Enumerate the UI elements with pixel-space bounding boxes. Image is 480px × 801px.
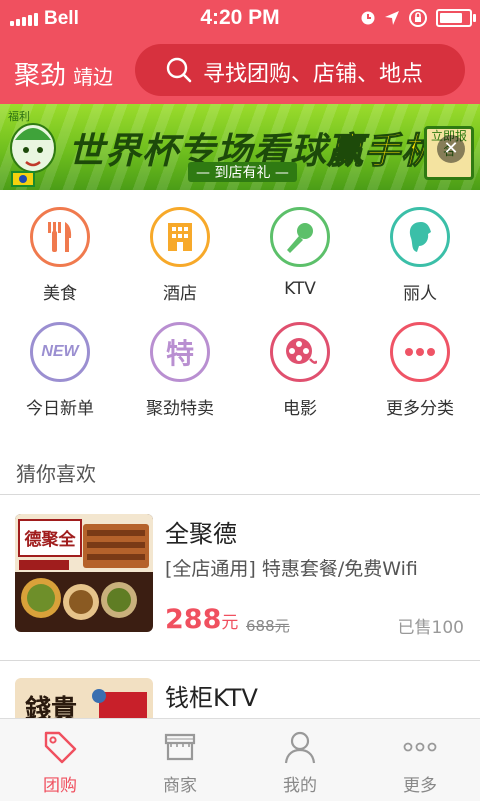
tab-group-buy[interactable]: 团购 [0, 719, 120, 801]
category-food[interactable]: 美食 [0, 190, 120, 304]
search-placeholder: 寻找团购、店铺、地点 [203, 62, 424, 87]
promo-banner[interactable]: 福利 世界杯专场看球赢手机 — 到店有礼 — 立即报名 ✕ [0, 104, 480, 190]
deal-original-price: 688元 [246, 617, 290, 635]
category-hotel[interactable]: 酒店 [120, 190, 240, 304]
more-dots-icon [390, 322, 450, 382]
category-ktv[interactable]: KTV [240, 190, 360, 300]
tab-me[interactable]: 我的 [240, 719, 360, 801]
svg-text:錢貴: 錢貴 [25, 694, 77, 718]
category-label: 丽人 [403, 284, 437, 304]
category-new[interactable]: NEW 今日新单 [0, 305, 120, 419]
fork-knife-icon [30, 207, 90, 267]
tab-label: 商家 [163, 776, 197, 796]
category-label: 聚劲特卖 [146, 399, 214, 419]
brand-title: 聚劲 [14, 61, 67, 91]
category-label: KTV [284, 279, 316, 299]
deal-thumbnail: 德聚全 [15, 514, 153, 632]
category-movie[interactable]: 电影 [240, 305, 360, 419]
category-grid: 美食 酒店 KTV 丽人 NEW 今日新单 特 聚劲特卖 电影 更多分类 [0, 190, 480, 440]
beauty-face-icon [390, 207, 450, 267]
tab-merchants[interactable]: 商家 [120, 719, 240, 801]
rotation-lock-icon [409, 9, 427, 27]
category-label: 今日新单 [26, 399, 94, 419]
banner-subline: — 到店有礼 — [188, 162, 297, 182]
new-badge-icon: NEW [30, 322, 90, 382]
category-beauty[interactable]: 丽人 [360, 190, 480, 304]
tag-icon [0, 725, 120, 769]
deal-name: 全聚德 [165, 520, 237, 548]
tab-more[interactable]: 更多 [360, 719, 480, 801]
deal-name: 钱柜KTV [165, 684, 258, 712]
status-icons [360, 8, 476, 28]
status-bar: Bell 4:20 PM [0, 0, 480, 40]
deal-sold-count: 已售100 [397, 618, 464, 638]
deal-item[interactable]: 錢貴 钱柜KTV [0, 660, 480, 718]
user-icon [240, 725, 360, 769]
app-header: 聚劲 靖边 寻找团购、店铺、地点 [0, 40, 480, 104]
deal-thumbnail: 錢貴 [15, 678, 153, 718]
section-title: 猜你喜欢 [16, 462, 96, 486]
alarm-icon [361, 11, 375, 25]
close-icon[interactable]: ✕ [437, 135, 465, 163]
battery-icon [436, 9, 476, 27]
city-selector[interactable]: 靖边 [73, 61, 113, 90]
deal-price: 288元 [165, 604, 239, 635]
banner-tag: 福利 [8, 110, 30, 123]
store-icon [120, 725, 240, 769]
deal-description: [全店通用] 特惠套餐/免费Wifi [165, 558, 418, 580]
search-box[interactable]: 寻找团购、店铺、地点 [135, 44, 465, 96]
category-label: 更多分类 [386, 399, 454, 419]
category-label: 美食 [43, 284, 77, 304]
film-reel-icon [270, 322, 330, 382]
location-icon [385, 11, 399, 25]
tab-label: 我的 [283, 776, 317, 796]
tab-label: 团购 [43, 776, 77, 796]
tab-label: 更多 [403, 776, 437, 796]
category-label: 电影 [283, 399, 317, 419]
category-label: 酒店 [163, 284, 197, 304]
more-icon [360, 725, 480, 769]
svg-text:德聚全: 德聚全 [25, 529, 77, 550]
search-icon [166, 57, 192, 83]
hotel-building-icon [150, 207, 210, 267]
special-sale-icon: 特 [150, 322, 210, 382]
category-special-sale[interactable]: 特 聚劲特卖 [120, 305, 240, 419]
microphone-icon [270, 207, 330, 267]
tab-bar: 团购 商家 我的 更多 [0, 718, 480, 801]
category-more[interactable]: 更多分类 [360, 305, 480, 419]
deal-item[interactable]: 德聚全 全聚德 [全店通用] 特惠套餐/免费Wifi 288元 688元 已售1… [0, 494, 480, 660]
